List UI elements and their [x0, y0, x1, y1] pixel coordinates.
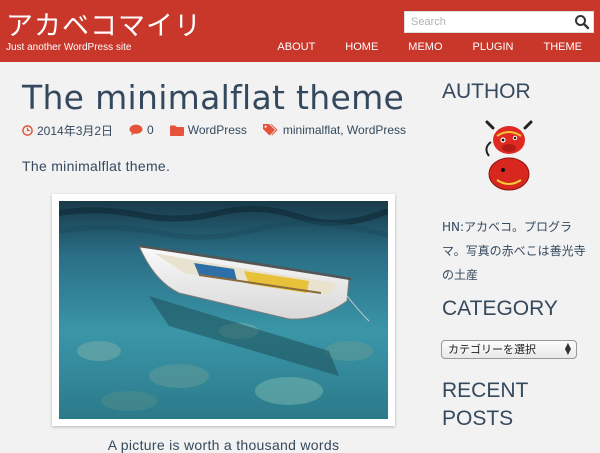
main-nav: ABOUT HOME MEMO PLUGIN THEME	[262, 40, 600, 60]
comment-count[interactable]: 0	[147, 123, 154, 137]
akabeko-image	[473, 118, 543, 196]
author-heading: AUTHOR	[442, 80, 531, 104]
site-title[interactable]: アカベコマイリ	[6, 4, 202, 43]
tag-link[interactable]: WordPress	[347, 123, 406, 137]
comment-icon	[129, 124, 143, 136]
category-select[interactable]: カテゴリーを選択 ▲▼	[441, 340, 577, 359]
rowboat-photo[interactable]	[59, 201, 388, 419]
site-header: アカベコマイリ Just another WordPress site ABOU…	[0, 0, 600, 62]
tags-icon	[263, 124, 279, 137]
site-description: Just another WordPress site	[6, 42, 131, 53]
nav-item-theme[interactable]: THEME	[529, 40, 600, 60]
nav-item-plugin[interactable]: PLUGIN	[458, 40, 529, 60]
nav-item-home[interactable]: HOME	[330, 40, 393, 60]
select-arrows-icon: ▲▼	[565, 343, 571, 355]
search-form	[404, 11, 594, 33]
post-date[interactable]: 2014年3月2日	[37, 122, 113, 139]
post-excerpt: The minimalflat theme.	[22, 158, 170, 174]
author-bio: HN:アカベコ。プログラマ。写真の赤べこは善光寺の土産	[442, 215, 592, 287]
search-input[interactable]	[405, 12, 565, 32]
category-heading: CATEGORY	[442, 297, 558, 321]
post-category[interactable]: WordPress	[188, 123, 247, 137]
tag-link[interactable]: minimalflat	[283, 123, 340, 137]
folder-icon	[170, 125, 184, 136]
clock-icon	[22, 125, 33, 136]
image-caption: A picture is worth a thousand words	[52, 437, 395, 453]
tag-separator: ,	[340, 123, 343, 137]
post-title[interactable]: The minimalflat theme	[22, 78, 404, 117]
nav-item-memo[interactable]: MEMO	[393, 40, 457, 60]
post-image-frame	[52, 194, 395, 426]
category-select-value: カテゴリーを選択	[448, 343, 536, 356]
post-meta: 2014年3月2日 0 WordPress minimalflat, WordP…	[22, 122, 422, 138]
nav-item-about[interactable]: ABOUT	[262, 40, 330, 60]
recent-posts-heading: RECENT POSTS	[442, 377, 562, 433]
search-icon[interactable]	[574, 14, 590, 30]
